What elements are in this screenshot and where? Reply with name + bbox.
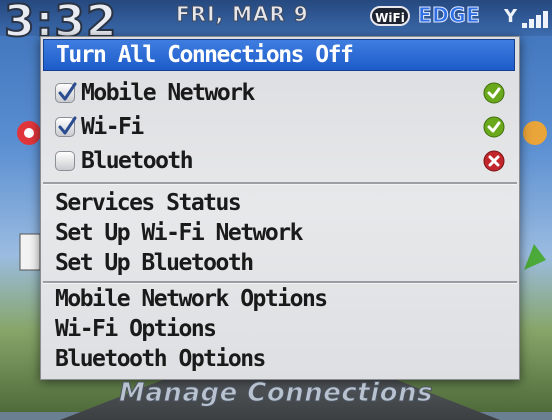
left-app-icon-2[interactable] xyxy=(18,232,42,276)
connected-check-icon xyxy=(483,82,505,104)
mobile-network-options-item[interactable]: Mobile Network Options xyxy=(43,283,515,315)
turn-all-connections-off-item[interactable]: Turn All Connections Off xyxy=(43,39,515,71)
menu-item-label: Wi-Fi Options xyxy=(55,316,217,342)
set-up-wifi-network-item[interactable]: Set Up Wi-Fi Network xyxy=(43,217,515,249)
menu-item-label: Wi-Fi xyxy=(81,114,144,140)
disconnected-x-icon xyxy=(483,150,505,172)
menu-item-label: Bluetooth xyxy=(81,148,194,174)
manage-connections-caption: Manage Connections xyxy=(119,378,433,409)
mobile-network-checkbox[interactable] xyxy=(55,82,77,103)
mobile-network-toggle[interactable]: Mobile Network xyxy=(43,77,515,109)
wifi-options-item[interactable]: Wi-Fi Options xyxy=(43,313,515,345)
menu-item-label: Mobile Network xyxy=(81,80,255,106)
set-up-bluetooth-item[interactable]: Set Up Bluetooth xyxy=(43,247,515,279)
bluetooth-options-item[interactable]: Bluetooth Options xyxy=(43,343,515,375)
menu-item-label: Set Up Bluetooth xyxy=(55,250,254,276)
bluetooth-checkbox[interactable] xyxy=(55,151,75,171)
date-label: FRI, MAR 9 xyxy=(176,2,309,27)
menu-divider xyxy=(43,182,517,185)
checkmark-icon xyxy=(58,116,77,135)
menu-item-label: Services Status xyxy=(55,190,242,216)
checkmark-icon xyxy=(58,82,77,101)
right-app-icon[interactable] xyxy=(520,118,550,152)
menu-item-label: Bluetooth Options xyxy=(55,346,266,372)
signal-glyph: Y xyxy=(504,6,518,27)
connections-menu: Turn All Connections Off Mobile Network … xyxy=(40,36,520,380)
network-type-label: EDGE xyxy=(417,3,481,28)
status-bar: 3:32 FRI, MAR 9 WiFi EDGE Y xyxy=(0,0,552,48)
services-status-item[interactable]: Services Status xyxy=(43,187,515,219)
wifi-toggle[interactable]: Wi-Fi xyxy=(43,111,515,143)
right-app-icon-2[interactable] xyxy=(520,240,550,278)
wifi-badge: WiFi xyxy=(370,6,410,26)
menu-item-label: Set Up Wi-Fi Network xyxy=(55,220,303,246)
signal-strength-icon: Y xyxy=(504,6,548,28)
wifi-checkbox[interactable] xyxy=(55,116,77,137)
menu-item-label: Turn All Connections Off xyxy=(56,42,354,68)
menu-item-label: Mobile Network Options xyxy=(55,286,328,312)
connected-check-icon xyxy=(483,116,505,138)
bluetooth-toggle[interactable]: Bluetooth xyxy=(43,145,515,177)
